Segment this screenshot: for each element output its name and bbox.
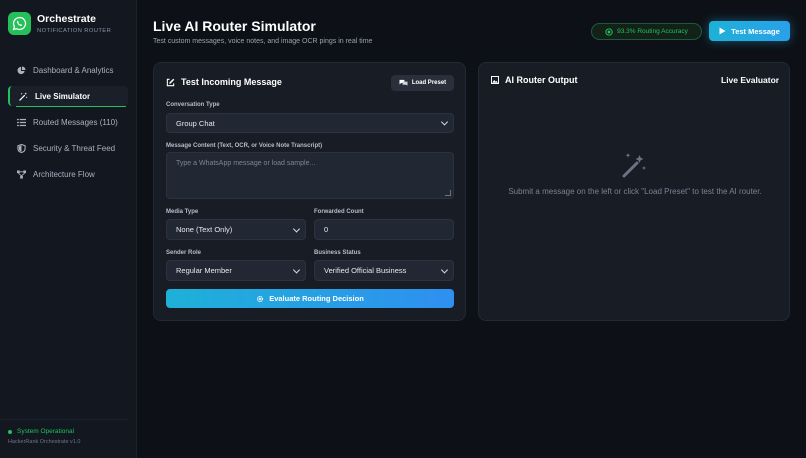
- sidebar-item-label: Security & Threat Feed: [33, 143, 116, 153]
- brand: Orchestrate NOTIFICATION ROUTER: [8, 12, 111, 35]
- pie-chart-icon: [17, 65, 26, 75]
- message-content-textarea[interactable]: Type a WhatsApp message or load sample..…: [166, 152, 454, 199]
- status-text: System Operational: [17, 428, 75, 435]
- brand-subtitle: NOTIFICATION ROUTER: [37, 28, 112, 34]
- sender-role-label: Sender Role: [166, 250, 202, 256]
- target-icon: [605, 27, 613, 36]
- forwarded-count-value: 0: [324, 225, 329, 234]
- sidebar-item-label: Routed Messages (110): [33, 117, 118, 127]
- output-title: AI Router Output: [491, 75, 578, 85]
- system-status: System Operational: [8, 428, 128, 435]
- business-status-select[interactable]: Verified Official Business: [314, 260, 454, 281]
- sidebar-item-label: Dashboard & Analytics: [33, 65, 114, 75]
- sidebar-item-dashboard[interactable]: Dashboard & Analytics: [8, 60, 128, 80]
- page-title: Live AI Router Simulator: [153, 18, 316, 34]
- sidebar-item-security[interactable]: Security & Threat Feed: [8, 138, 128, 158]
- sidebar-footer: System Operational HackerRank Orchestrat…: [0, 419, 128, 445]
- load-preset-button[interactable]: Load Preset: [391, 75, 454, 91]
- evaluate-routing-label: Evaluate Routing Decision: [269, 294, 364, 303]
- brand-title: Orchestrate: [37, 13, 96, 25]
- live-evaluator-label: Live Evaluator: [721, 75, 780, 85]
- sidebar-item-architecture[interactable]: Architecture Flow: [8, 164, 128, 184]
- shield-icon: [17, 143, 26, 153]
- conversation-type-select[interactable]: Group Chat: [166, 113, 454, 133]
- status-dot-icon: [8, 429, 12, 434]
- test-message-card: Test Incoming Message Load Preset Conver…: [153, 62, 466, 321]
- routing-accuracy-text: 93.3% Routing Accuracy: [617, 28, 688, 35]
- business-status-value: Verified Official Business: [324, 266, 407, 275]
- magic-wand-icon: [19, 91, 28, 101]
- routing-accuracy-badge: 93.3% Routing Accuracy: [591, 23, 702, 40]
- media-type-label: Media Type: [166, 209, 199, 215]
- image-icon: [491, 76, 499, 84]
- card-title-text: Test Incoming Message: [181, 77, 282, 87]
- sidebar-item-label: Architecture Flow: [33, 169, 95, 179]
- forwarded-count-input[interactable]: 0: [314, 219, 454, 240]
- chat-bubbles-icon: [399, 79, 408, 87]
- output-title-text: AI Router Output: [505, 75, 578, 85]
- router-output-card: AI Router Output Live Evaluator Submit a…: [478, 62, 790, 321]
- media-type-select[interactable]: None (Text Only): [166, 219, 306, 240]
- sidebar: Orchestrate NOTIFICATION ROUTER Dashboar…: [0, 0, 137, 458]
- gear-icon: [256, 295, 264, 303]
- conversation-type-label: Conversation Type: [166, 102, 220, 108]
- empty-state-message: Submit a message on the left or click "L…: [508, 187, 762, 196]
- sender-role-select[interactable]: Regular Member: [166, 260, 306, 281]
- load-preset-label: Load Preset: [411, 80, 447, 86]
- message-content-label: Message Content (Text, OCR, or Voice Not…: [166, 143, 323, 149]
- forwarded-count-label: Forwarded Count: [314, 209, 364, 215]
- sidebar-item-live-simulator[interactable]: Live Simulator: [8, 86, 128, 107]
- media-type-value: None (Text Only): [176, 225, 233, 234]
- sidebar-item-label: Live Simulator: [35, 91, 91, 101]
- network-icon: [17, 169, 26, 179]
- app-version: HackerRank Orchestrate v1.0: [8, 439, 81, 445]
- edit-icon: [166, 78, 175, 87]
- conversation-type-value: Group Chat: [176, 118, 215, 128]
- page-subtitle: Test custom messages, voice notes, and i…: [153, 38, 373, 45]
- whatsapp-logo-icon: [8, 12, 31, 35]
- sidebar-nav: Dashboard & Analytics Live Simulator Rou…: [8, 60, 128, 190]
- test-message-label: Test Message: [731, 26, 780, 36]
- list-icon: [17, 118, 26, 127]
- sidebar-item-routed-messages[interactable]: Routed Messages (110): [8, 112, 128, 132]
- business-status-label: Business Status: [314, 250, 361, 256]
- card-title: Test Incoming Message: [166, 77, 282, 87]
- magic-wand-icon: [620, 151, 648, 184]
- play-icon: [719, 27, 726, 35]
- evaluate-routing-button[interactable]: Evaluate Routing Decision: [166, 289, 454, 308]
- test-message-button[interactable]: Test Message: [709, 21, 790, 41]
- sender-role-value: Regular Member: [176, 266, 232, 275]
